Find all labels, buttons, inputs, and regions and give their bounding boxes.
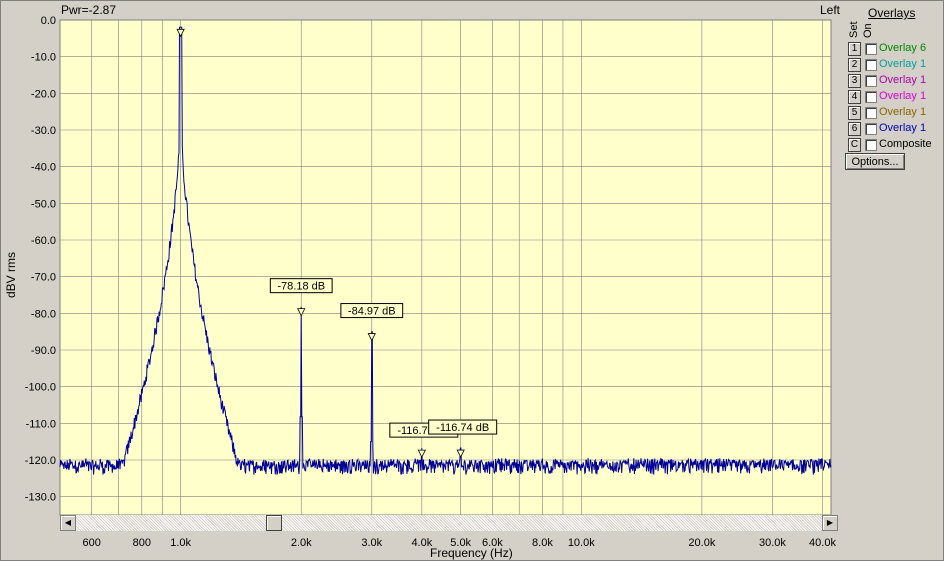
y-tick-label: -30.0 bbox=[31, 125, 56, 137]
overlay-row: 6 Overlay 1 bbox=[848, 122, 943, 136]
x-axis-label: Frequency (Hz) bbox=[430, 546, 513, 560]
overlay-on-checkbox[interactable] bbox=[865, 75, 877, 87]
x-tick-label: 600 bbox=[83, 537, 101, 549]
overlay-label: Overlay 1 bbox=[879, 106, 927, 118]
marker-label: -116.74 dB bbox=[436, 422, 489, 434]
scroll-left-arrow-icon[interactable]: ◀ bbox=[60, 515, 76, 531]
x-tick-label: 2.0k bbox=[291, 537, 312, 549]
y-axis-label: dBV rms bbox=[4, 251, 18, 298]
x-tick-label: 30.0k bbox=[759, 537, 786, 549]
overlay-set-button[interactable]: 2 bbox=[848, 58, 861, 72]
overlay-row: C Composite bbox=[848, 138, 943, 152]
options-button[interactable]: Options... bbox=[845, 153, 905, 170]
x-tick-label: 800 bbox=[133, 537, 151, 549]
overlay-row: 2 Overlay 1 bbox=[848, 58, 943, 72]
set-column-header: Set bbox=[848, 21, 860, 38]
y-tick-label: -80.0 bbox=[31, 308, 56, 320]
overlay-set-button[interactable]: 1 bbox=[848, 42, 861, 56]
overlay-set-button[interactable]: 5 bbox=[848, 106, 861, 120]
scrollbar-track[interactable] bbox=[76, 515, 822, 531]
y-tick-label: -120.0 bbox=[25, 455, 56, 467]
y-tick-label: -90.0 bbox=[31, 345, 56, 357]
x-tick-label: 3.0k bbox=[361, 537, 382, 549]
x-tick-label: 20.0k bbox=[688, 537, 715, 549]
overlay-row: 1 Overlay 6 bbox=[848, 42, 943, 56]
scrollbar-thumb[interactable] bbox=[266, 515, 282, 531]
channel-label: Left bbox=[820, 3, 841, 17]
overlay-label: Overlay 1 bbox=[879, 74, 927, 86]
x-tick-label: 8.0k bbox=[532, 537, 553, 549]
x-tick-label: 40.0k bbox=[809, 537, 836, 549]
overlay-set-button[interactable]: C bbox=[848, 138, 861, 152]
overlay-on-checkbox[interactable] bbox=[865, 91, 877, 103]
overlay-set-button[interactable]: 4 bbox=[848, 90, 861, 104]
y-tick-label: -110.0 bbox=[26, 418, 56, 430]
overlay-row: 3 Overlay 1 bbox=[848, 74, 943, 88]
horizontal-scrollbar[interactable]: ◀ ▶ bbox=[60, 515, 838, 531]
on-column-header: On bbox=[862, 23, 874, 38]
x-tick-label: 10.0k bbox=[568, 537, 595, 549]
y-tick-label: -10.0 bbox=[31, 52, 56, 64]
overlay-label: Overlay 6 bbox=[879, 42, 927, 54]
marker-label: -84.97 dB bbox=[348, 306, 396, 318]
spectrum-chart: 0.0 -10.0 -20.0 -30.0 -40.0 -50.0 -60.0 -70.0 -8… bbox=[25, 15, 837, 549]
overlay-panel-title: Overlays bbox=[868, 6, 916, 20]
power-readout: Pwr=-2.87 bbox=[61, 3, 117, 17]
overlay-set-button[interactable]: 6 bbox=[848, 122, 861, 136]
x-tick-label: 1.0k bbox=[170, 537, 191, 549]
overlay-panel: Overlays Set On 1 Overlay 6 2 Overlay 1 3 Ove… bbox=[843, 2, 942, 208]
overlay-set-button[interactable]: 3 bbox=[848, 74, 861, 88]
overlay-row: 4 Overlay 1 bbox=[848, 90, 943, 104]
y-tick-label: -20.0 bbox=[31, 88, 56, 100]
y-tick-label: -100.0 bbox=[25, 382, 56, 394]
overlay-on-checkbox[interactable] bbox=[865, 59, 877, 71]
overlay-on-checkbox[interactable] bbox=[865, 123, 877, 135]
overlay-on-checkbox[interactable] bbox=[865, 43, 877, 55]
overlay-on-checkbox[interactable] bbox=[865, 107, 877, 119]
y-tick-label: -130.0 bbox=[25, 492, 56, 504]
y-tick-label: -50.0 bbox=[31, 198, 56, 210]
scroll-right-arrow-icon[interactable]: ▶ bbox=[822, 515, 838, 531]
y-tick-label: 0.0 bbox=[41, 15, 56, 27]
overlay-label: Composite bbox=[879, 138, 932, 150]
y-tick-label: -40.0 bbox=[31, 162, 56, 174]
marker-label: -78.18 dB bbox=[277, 281, 325, 293]
overlay-on-checkbox[interactable] bbox=[865, 139, 877, 151]
overlay-label: Overlay 1 bbox=[879, 90, 927, 102]
overlay-label: Overlay 1 bbox=[879, 58, 927, 70]
overlay-row: 5 Overlay 1 bbox=[848, 106, 943, 120]
y-tick-label: -70.0 bbox=[31, 272, 56, 284]
y-tick-label: -60.0 bbox=[31, 235, 56, 247]
overlay-label: Overlay 1 bbox=[879, 122, 927, 134]
plot-area bbox=[59, 19, 832, 516]
